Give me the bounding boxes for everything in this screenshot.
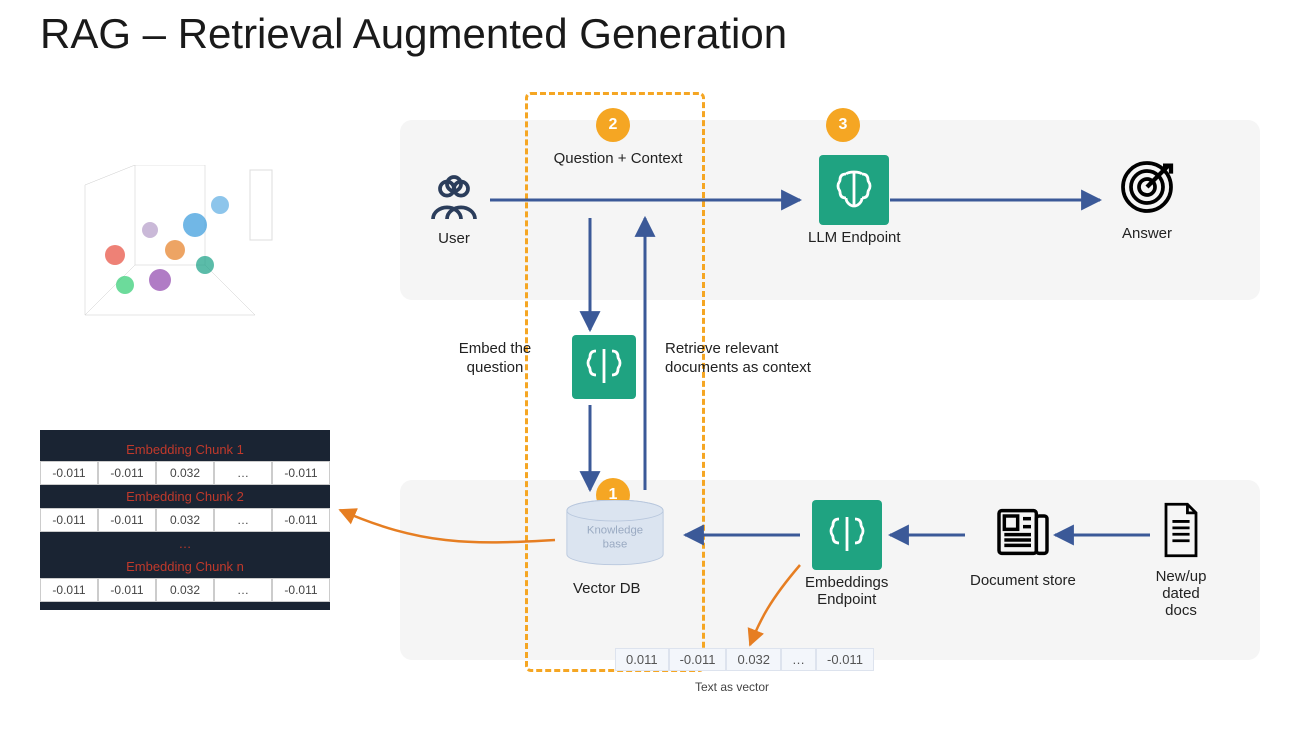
cell: -0.011 <box>272 578 330 602</box>
text-as-vector-table: 0.011 -0.011 0.032 … -0.011 <box>615 648 874 671</box>
answer-node: Answer <box>1115 155 1179 242</box>
table-row: -0.011 -0.011 0.032 … -0.011 <box>40 461 330 485</box>
cell: … <box>214 508 272 532</box>
badge-3: 3 <box>826 108 860 142</box>
table-row-title: Embedding Chunk n <box>40 555 330 578</box>
cell: -0.011 <box>669 648 727 671</box>
new-docs-node: New/up dated docs <box>1155 500 1207 619</box>
cell: -0.011 <box>98 461 156 485</box>
text-as-vector-label: Text as vector <box>695 680 769 694</box>
llm-label: LLM Endpoint <box>808 229 901 246</box>
table-row-title: Embedding Chunk 1 <box>40 438 330 461</box>
new-docs-label: New/up dated docs <box>1155 568 1207 619</box>
document-store-label: Document store <box>970 572 1076 589</box>
page-title: RAG – Retrieval Augmented Generation <box>40 10 787 58</box>
retrieve-label: Retrieve relevant documents as context <box>665 340 835 378</box>
database-icon: Knowledge base <box>555 500 675 570</box>
embedding-chunks-table: Embedding Chunk 1 -0.011 -0.011 0.032 … … <box>40 430 330 610</box>
cell: 0.032 <box>726 648 781 671</box>
cell: … <box>214 461 272 485</box>
cell: … <box>781 648 816 671</box>
scatter-3d-plot <box>55 165 275 345</box>
cell: 0.032 <box>156 578 214 602</box>
cell: 0.032 <box>156 461 214 485</box>
embed-question-node <box>572 335 636 399</box>
brain-icon <box>812 500 882 570</box>
cell: -0.011 <box>98 508 156 532</box>
cell: -0.011 <box>98 578 156 602</box>
cell: -0.011 <box>40 578 98 602</box>
cell: -0.011 <box>272 461 330 485</box>
embeddings-endpoint-label: Embeddings Endpoint <box>805 574 888 608</box>
document-icon <box>1155 500 1207 560</box>
table-row: -0.011 -0.011 0.032 … -0.011 <box>40 578 330 602</box>
table-row: -0.011 -0.011 0.032 … -0.011 <box>40 508 330 532</box>
cell: -0.011 <box>40 508 98 532</box>
brain-icon <box>572 335 636 399</box>
cell: -0.011 <box>816 648 874 671</box>
badge-2: 2 <box>596 108 630 142</box>
table-row-title: Embedding Chunk 2 <box>40 485 330 508</box>
user-label: User <box>426 230 482 247</box>
table-row-title: … <box>40 532 330 555</box>
embeddings-endpoint-node: Embeddings Endpoint <box>805 500 888 608</box>
target-icon <box>1115 155 1179 219</box>
vector-db-label: Vector DB <box>573 580 641 599</box>
svg-text:base: base <box>603 538 628 550</box>
cell: -0.011 <box>272 508 330 532</box>
question-context-label: Question + Context <box>548 150 688 169</box>
svg-text:Knowledge: Knowledge <box>587 524 643 536</box>
cell: … <box>214 578 272 602</box>
newspaper-icon <box>991 500 1055 564</box>
embed-question-label: Embed the question <box>440 340 550 378</box>
answer-label: Answer <box>1115 225 1179 242</box>
document-store-node: Document store <box>970 500 1076 589</box>
user-node: User <box>426 170 482 247</box>
cell: 0.011 <box>615 648 669 671</box>
brain-icon <box>819 155 889 225</box>
llm-endpoint-node: LLM Endpoint <box>808 155 901 246</box>
cell: -0.011 <box>40 461 98 485</box>
users-icon <box>426 170 482 226</box>
cell: 0.032 <box>156 508 214 532</box>
